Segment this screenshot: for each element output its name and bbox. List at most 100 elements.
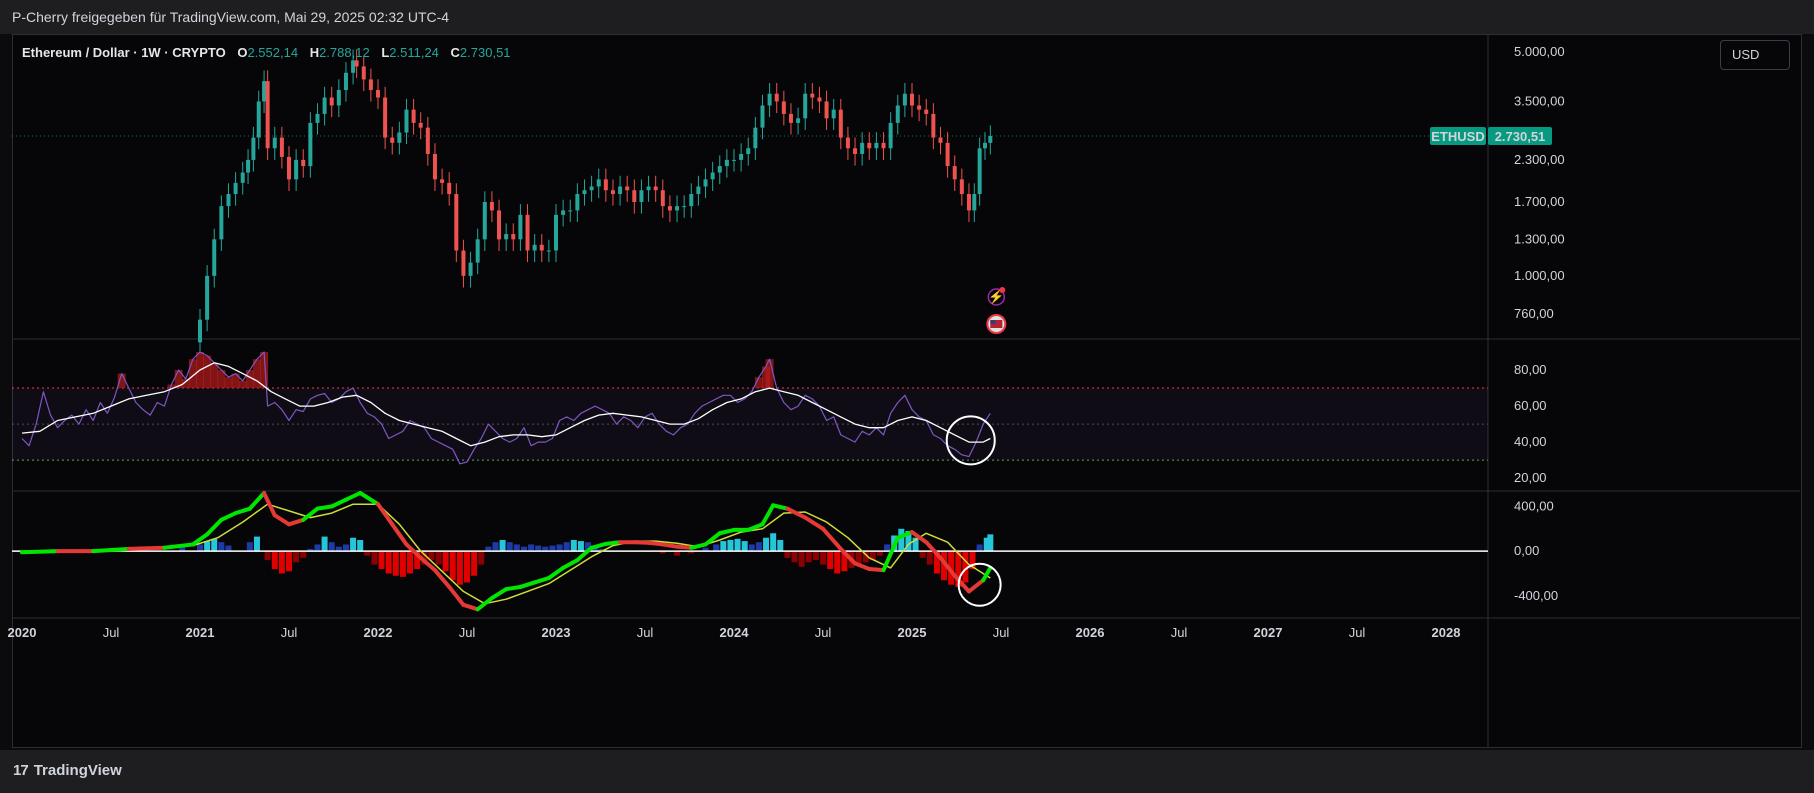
currency-button[interactable]: USD bbox=[1720, 40, 1790, 70]
candle-body bbox=[952, 166, 957, 180]
macd-line-segment bbox=[589, 541, 608, 550]
us-flag-canton bbox=[990, 320, 996, 324]
macd-histogram-bar bbox=[407, 551, 414, 574]
macd-histogram-bar bbox=[286, 551, 292, 572]
candle-body bbox=[554, 214, 558, 251]
price-tag-value: 2.730,51 bbox=[1495, 129, 1546, 144]
rsi-overbought-fill bbox=[203, 355, 212, 389]
macd-histogram-bar bbox=[763, 537, 770, 552]
candle-body bbox=[497, 210, 502, 240]
candle-body bbox=[845, 137, 850, 149]
macd-histogram-bar bbox=[499, 539, 506, 552]
time-tick-label: Jul bbox=[815, 625, 832, 640]
macd-line-segment bbox=[329, 497, 348, 509]
candle-body bbox=[838, 109, 843, 138]
close-value: 2.730,51 bbox=[459, 45, 511, 60]
chart-canvas[interactable]: 5.000,00 3.500,00 2.300,00 1.700,00 1.300,00… bbox=[0, 0, 1814, 793]
macd-line-segment bbox=[162, 542, 195, 550]
candle-body bbox=[959, 179, 964, 195]
macd-line-segment bbox=[272, 513, 291, 527]
candle-body bbox=[739, 153, 744, 160]
macd-histogram-bar bbox=[805, 551, 812, 563]
symbol-legend[interactable]: Ethereum / Dollar · 1W · CRYPTO O2.552,1… bbox=[22, 45, 511, 60]
macd-line-segment bbox=[475, 596, 494, 612]
macd-histogram-bar bbox=[513, 544, 520, 552]
macd-line-segment bbox=[632, 540, 651, 545]
symbol-name[interactable]: Ethereum / Dollar · 1W · CRYPTO bbox=[22, 45, 226, 60]
candle-body bbox=[561, 210, 566, 215]
macd-histogram-bar bbox=[449, 551, 456, 581]
candle-body bbox=[938, 137, 943, 143]
time-tick-label: 2027 bbox=[1254, 625, 1283, 640]
candle-body bbox=[596, 179, 601, 187]
candle-body bbox=[454, 194, 459, 251]
candle-body bbox=[853, 148, 858, 154]
candle-body bbox=[682, 206, 687, 208]
macd-histogram-bar bbox=[535, 545, 542, 552]
candle-body bbox=[881, 142, 886, 149]
candle-body bbox=[539, 244, 544, 251]
macd-histogram-bar bbox=[350, 537, 357, 552]
rsi-overbought-fill bbox=[224, 377, 233, 389]
macd-line-segment bbox=[219, 511, 238, 522]
candle-body bbox=[988, 136, 993, 143]
macd-tick-label: -400,00 bbox=[1514, 588, 1558, 603]
macd-histogram-bar bbox=[357, 539, 364, 552]
macd-histogram-bar bbox=[464, 551, 470, 583]
price-tag-symbol: ETHUSD bbox=[1431, 129, 1484, 144]
event-dot bbox=[999, 287, 1006, 293]
candle-body bbox=[589, 186, 594, 191]
candle-body bbox=[781, 101, 786, 114]
candle-body bbox=[475, 239, 480, 263]
price-tick-label: 1.700,00 bbox=[1514, 194, 1565, 209]
candle-body bbox=[724, 159, 729, 167]
macd-histogram-bar bbox=[987, 534, 994, 552]
candle-body bbox=[568, 210, 573, 212]
rsi-overbought-fill bbox=[210, 362, 219, 389]
macd-histogram-bar bbox=[976, 544, 983, 552]
macd-line-segment bbox=[205, 517, 224, 537]
price-tick-label: 2.300,00 bbox=[1514, 152, 1565, 167]
macd-line-segment bbox=[20, 549, 60, 555]
macd-line-segment bbox=[126, 545, 167, 551]
candle-body bbox=[646, 186, 651, 191]
rsi-overbought-fill bbox=[117, 373, 126, 389]
macd-line-segment bbox=[247, 491, 267, 511]
macd-histogram-bar bbox=[225, 545, 232, 552]
high-value: 2.788,12 bbox=[319, 45, 370, 60]
candle-body bbox=[262, 81, 267, 102]
macd-histogram-bar bbox=[713, 544, 720, 552]
candle-body bbox=[931, 113, 936, 138]
macd-histogram-bar bbox=[478, 551, 485, 565]
time-tick-label: 2028 bbox=[1432, 625, 1461, 640]
macd-histogram-bar bbox=[798, 551, 805, 567]
candle-body bbox=[246, 159, 251, 173]
candle-body bbox=[315, 113, 320, 123]
tradingview-logo[interactable]: 17 TradingView bbox=[13, 762, 122, 779]
macd-histogram-bar bbox=[385, 551, 392, 574]
candle-body bbox=[440, 179, 445, 183]
candle-body bbox=[917, 105, 922, 110]
candle-body bbox=[322, 97, 327, 114]
candle-body bbox=[525, 214, 530, 251]
macd-line-segment bbox=[91, 546, 131, 554]
candle-body bbox=[760, 105, 765, 128]
candle-body bbox=[404, 109, 409, 133]
candle-body bbox=[632, 190, 637, 202]
candle-body bbox=[689, 194, 694, 207]
macd-tick-label: 400,00 bbox=[1514, 498, 1554, 513]
macd-histogram-bar bbox=[204, 541, 211, 552]
candle-body bbox=[418, 122, 423, 128]
macd-histogram-bar bbox=[278, 551, 285, 574]
macd-histogram-bar bbox=[570, 539, 577, 552]
macd-line-segment bbox=[771, 503, 790, 511]
macd-line-segment bbox=[262, 491, 277, 518]
candle-body bbox=[639, 190, 644, 202]
macd-histogram-bar bbox=[777, 539, 784, 552]
macd-line-segment bbox=[867, 567, 886, 573]
macd-line-segment bbox=[343, 491, 363, 502]
macd-line-segment bbox=[646, 540, 665, 547]
footer-bar bbox=[0, 750, 1814, 793]
candle-body bbox=[860, 142, 865, 154]
macd-histogram-bar bbox=[271, 551, 278, 570]
